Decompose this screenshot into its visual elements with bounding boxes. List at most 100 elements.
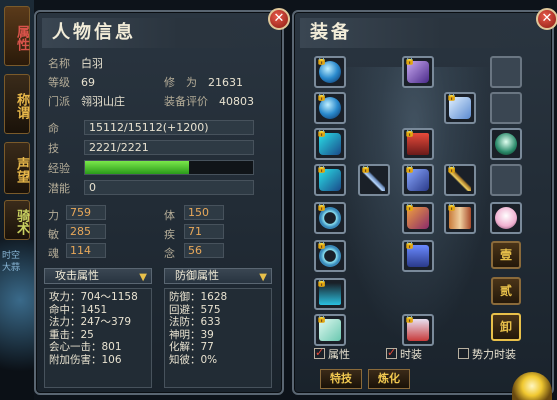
equip-set-2-button[interactable]: 贰 [491, 277, 521, 305]
equip-slot-amulet[interactable]: 🔒 [314, 278, 346, 310]
equip-slot-belt[interactable]: 🔒 [402, 202, 434, 234]
chevron-down-icon: ▼ [139, 272, 147, 283]
sect-row: 门派 翎羽山庄 [48, 94, 125, 110]
attack-attr-item: 会心一击：801 [49, 341, 122, 354]
equip-slot-jade[interactable]: 🔒 [314, 314, 346, 346]
attack-attr-list: 攻力：704～1158 命中：1451 法力：247～379 重击：25 会心一… [44, 288, 152, 388]
equip-slot-cape[interactable]: 🔒 [402, 128, 434, 160]
level-value: 69 [81, 76, 95, 89]
equip-slot-bracer-right[interactable]: 🔒 [314, 164, 346, 196]
close-icon: ✕ [273, 11, 285, 26]
name-label: 名称 [48, 57, 70, 70]
lock-icon: 🔒 [316, 56, 328, 66]
attack-attr-item: 法力：247～379 [49, 316, 132, 329]
equip-slot-ring-2[interactable]: 🔒 [314, 240, 346, 272]
sect-value: 翎羽山庄 [81, 95, 125, 108]
equip-slot-pants[interactable]: 🔒 [402, 240, 434, 272]
lock-icon: 🔒 [316, 164, 328, 174]
potential-label: 潜能 [48, 182, 70, 195]
equip-slot-neck[interactable]: 🔒 [314, 92, 346, 124]
talisman-icon [495, 133, 517, 155]
sect-label: 门派 [48, 95, 70, 108]
checkbox-icon [458, 348, 469, 359]
lock-icon: 🔒 [316, 278, 328, 288]
exp-bar [84, 160, 254, 175]
equip-slot-boots[interactable]: 🔒 [402, 314, 434, 346]
name-row: 名称 白羽 [48, 56, 103, 72]
lock-icon: 🔒 [446, 202, 458, 212]
checkbox-icon [386, 346, 397, 360]
panel-title: 装备 [300, 18, 540, 48]
background-character: 时空 大蒜 [0, 240, 34, 400]
panel-title: 人物信息 [42, 18, 272, 48]
equipment-panel: 装备 ✕ 🔒 🔒 🔒 🔒 🔒 🔒 🔒 🔒 🔒 🔒 🔒 🔒 🔒 🔒 🔒 🔒 🔒 🔒… [292, 8, 557, 395]
lock-icon: 🔒 [446, 164, 458, 174]
stat-soul-value: 114 [66, 243, 106, 258]
stat-str-value: 759 [66, 205, 106, 220]
equip-slot-empty[interactable] [490, 56, 522, 88]
faction-fashion-checkbox[interactable]: 势力时装 [458, 348, 516, 362]
rating-label: 装备评价 [164, 95, 208, 108]
rating-value: 40803 [219, 95, 254, 108]
equip-slot-bracer-left[interactable]: 🔒 [314, 128, 346, 160]
defense-attr-item: 神明：39 [169, 328, 214, 341]
tab-reputation[interactable]: 声望 [4, 142, 30, 194]
tab-attributes[interactable]: 属性 [4, 6, 30, 66]
tab-riding[interactable]: 骑术 [4, 200, 30, 240]
equip-slot-pet[interactable] [490, 202, 522, 234]
lock-icon: 🔒 [404, 202, 416, 212]
defense-attr-list: 防御：1628 回避：575 法防：633 神明：39 化解：77 知彼：0% [164, 288, 272, 388]
rating-row: 装备评价 40803 [164, 94, 254, 110]
close-button[interactable]: ✕ [536, 8, 557, 30]
defense-attr-dropdown[interactable]: 防御属性 ▼ [164, 268, 272, 284]
skill-label: 技 [48, 142, 59, 155]
chevron-down-icon: ▼ [259, 272, 267, 283]
equip-slot-weapon-right[interactable]: 🔒 [444, 164, 476, 196]
equip-set-1-button[interactable]: 壹 [491, 241, 521, 269]
lock-icon: 🔒 [360, 164, 372, 174]
unequip-button[interactable]: 卸 [491, 313, 521, 341]
equip-slot-weapon-left[interactable]: 🔒 [358, 164, 390, 196]
attack-attr-item: 附加伤害：106 [49, 353, 122, 366]
cultivation-value: 21631 [208, 76, 243, 89]
lock-icon: 🔒 [404, 128, 416, 138]
lock-icon: 🔒 [404, 240, 416, 250]
stat-mind-value: 56 [184, 243, 224, 258]
lock-icon: 🔒 [446, 92, 458, 102]
show-attr-label: 属性 [328, 348, 350, 361]
attack-attr-item: 攻力：704～1158 [49, 291, 138, 303]
stat-con-label: 体 [164, 209, 175, 222]
equip-slot-empty[interactable] [490, 92, 522, 124]
close-button[interactable]: ✕ [268, 8, 290, 30]
equip-slot-empty[interactable] [490, 164, 522, 196]
defense-attr-item: 法防：633 [169, 316, 221, 329]
cultivation-label: 修 为 [164, 76, 197, 89]
stat-mind-label: 念 [164, 247, 175, 260]
lock-icon: 🔒 [316, 202, 328, 212]
defense-attr-item: 防御：1628 [169, 291, 228, 303]
hp-value: 15112/15112(+1200) [84, 120, 254, 135]
rabbit-icon [495, 207, 517, 229]
refine-button[interactable]: 炼化 [368, 369, 410, 389]
attack-attr-item: 命中：1451 [49, 303, 108, 316]
lock-icon: 🔒 [404, 164, 416, 174]
stat-soul-label: 魂 [48, 247, 59, 260]
equip-slot-helmet[interactable]: 🔒 [402, 56, 434, 88]
fashion-checkbox[interactable]: 时装 [386, 346, 422, 362]
stat-con-value: 150 [184, 205, 224, 220]
show-attr-checkbox[interactable]: 属性 [314, 346, 350, 362]
equip-slot-ring-1[interactable]: 🔒 [314, 202, 346, 234]
character-info-panel: 人物信息 ✕ 名称 白羽 等级 69 修 为 21631 门派 翎羽山庄 装备评… [34, 8, 290, 395]
equip-slot-head[interactable]: 🔒 [314, 56, 346, 88]
equip-slot-shoulder[interactable]: 🔒 [444, 92, 476, 124]
attack-attr-dropdown[interactable]: 攻击属性 ▼ [44, 268, 152, 284]
equip-slot-quiver[interactable]: 🔒 [444, 202, 476, 234]
tab-titles[interactable]: 称谓 [4, 74, 30, 134]
equip-slot-talisman[interactable] [490, 128, 522, 160]
equip-slot-armor[interactable]: 🔒 [402, 164, 434, 196]
background-text: 时空 大蒜 [2, 251, 21, 273]
level-row: 等级 69 [48, 75, 95, 91]
stunt-button[interactable]: 特技 [320, 369, 362, 389]
lock-icon: 🔒 [404, 56, 416, 66]
defense-attr-item: 回避：575 [169, 303, 221, 316]
